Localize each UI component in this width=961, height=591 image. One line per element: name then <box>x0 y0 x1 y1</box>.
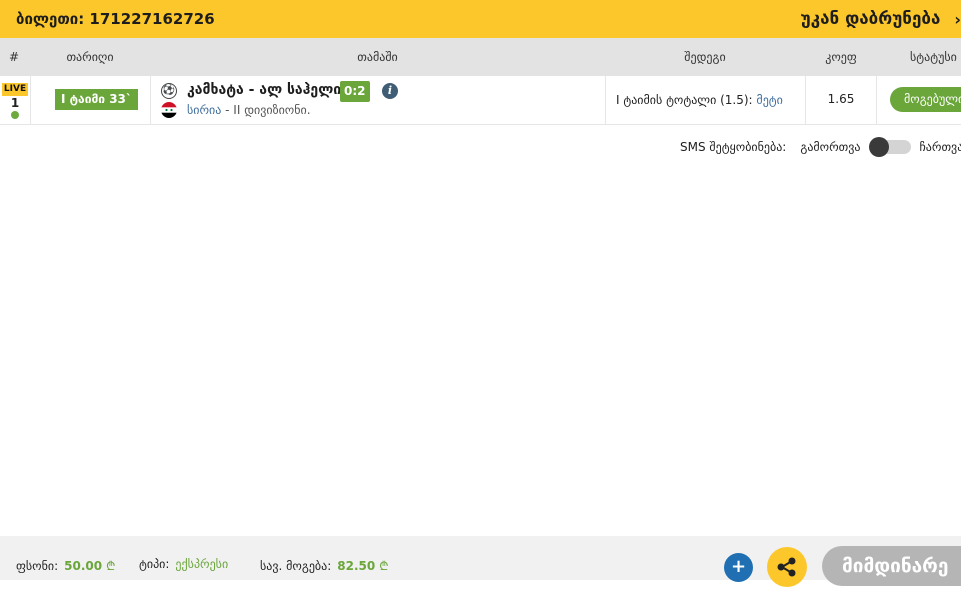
column-header-date: თარიღი <box>66 50 114 64</box>
share-button[interactable] <box>767 547 807 587</box>
league-info: სირია - II დივიზიონი. <box>187 103 311 117</box>
currency-icon: ₾ <box>379 559 389 573</box>
toggle-knob <box>868 137 889 157</box>
match-period-badge: I ტაიმი 33` <box>55 89 138 110</box>
column-header-number: # <box>8 50 20 64</box>
cell-divider <box>150 76 151 125</box>
sms-label: SMS შეტყობინება: <box>680 140 787 154</box>
footer-bar: ფსონი: 50.00 ₾ ტიპი: ექსპრესი სავ. მოგება: 8… <box>0 536 961 580</box>
league-country-link[interactable]: სირია <box>187 103 221 117</box>
bet-result: I ტაიმის ტოტალი (1.5): მეტი <box>616 93 783 107</box>
stake-info: ფსონი: 50.00 ₾ <box>16 557 115 574</box>
status-button[interactable]: მოგებული <box>890 87 961 112</box>
live-indicator: LIVE 1 <box>0 76 30 125</box>
back-button-label: უკან დაბრუნება <box>800 9 941 29</box>
column-header-odd: კოეფ <box>825 50 857 64</box>
info-icon[interactable]: i <box>382 83 398 99</box>
live-dot-icon <box>11 111 19 119</box>
sms-on-label[interactable]: ჩართვა <box>920 140 961 154</box>
sms-off-label[interactable]: გამორთვა <box>800 140 860 154</box>
type-info: ტიპი: ექსპრესი <box>139 557 228 571</box>
column-header-result: შედეგი <box>684 50 726 64</box>
payout-value: 82.50 <box>337 559 376 573</box>
type-label: ტიპი: <box>139 557 170 571</box>
payout-info: სავ. მოგება: 82.50 ₾ <box>260 557 389 574</box>
current-bets-button[interactable]: მიმდინარე <box>822 546 961 586</box>
live-badge: LIVE <box>1 83 29 96</box>
cell-divider <box>876 76 877 125</box>
match-score-badge: 0:2 <box>340 81 370 102</box>
stake-label: ფსონი: <box>16 559 59 573</box>
row-number: 1 <box>10 96 20 110</box>
share-icon <box>777 557 796 577</box>
chevron-right-icon: › <box>954 9 961 29</box>
match-name[interactable]: კამხატა - ალ საჰელი <box>187 82 341 98</box>
soccer-ball-icon: ⚽ <box>161 83 177 99</box>
sms-toggle[interactable] <box>868 137 911 157</box>
payout-label: სავ. მოგება: <box>260 559 332 573</box>
type-value: ექსპრესი <box>175 557 229 571</box>
currency-icon: ₾ <box>106 559 116 573</box>
column-header-status: სტატუსი <box>910 50 957 64</box>
ticket-id-label: ბილეთი: 171227162726 <box>16 10 215 28</box>
table-header: # თარიღი თამაში შედეგი კოეფ სტატუსი <box>0 38 961 76</box>
cell-divider <box>605 76 606 125</box>
bet-odd: 1.65 <box>827 92 855 106</box>
sms-notification-row: SMS შეტყობინება: გამორთვა ჩართვა <box>680 137 961 157</box>
top-bar: ბილეთი: 171227162726 უკან დაბრუნება › <box>0 0 961 38</box>
syria-flag-icon <box>161 102 177 118</box>
league-name: - II დივიზიონი. <box>221 103 311 117</box>
column-header-game: თამაში <box>357 50 398 64</box>
back-button[interactable]: უკან დაბრუნება › <box>801 9 961 29</box>
cell-divider <box>30 76 31 125</box>
bet-market: I ტაიმის ტოტალი (1.5): <box>616 93 757 107</box>
stake-value: 50.00 <box>64 559 103 573</box>
add-button[interactable]: + <box>724 553 753 582</box>
bet-pick: მეტი <box>756 93 783 107</box>
table-row: LIVE 1 I ტაიმი 33` ⚽ კამხატა - ალ საჰელი… <box>0 76 961 125</box>
